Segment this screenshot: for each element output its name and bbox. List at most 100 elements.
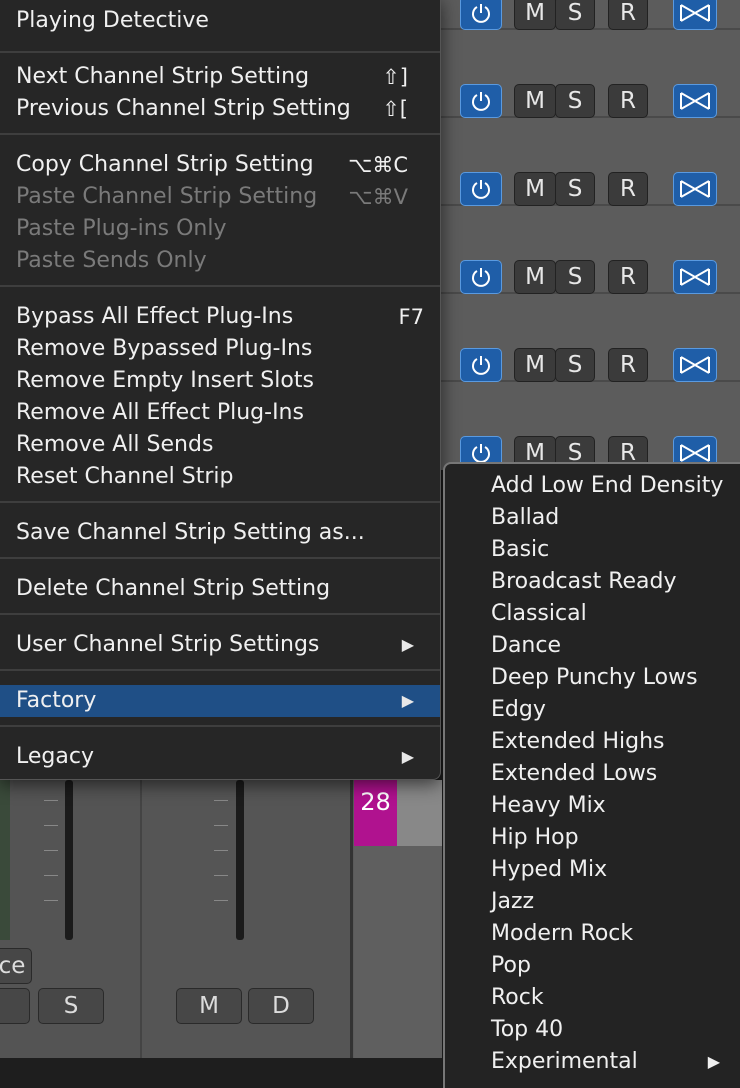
channel-strip-menu: Playing Detective Next Channel Strip Set… <box>0 0 441 780</box>
submenu-item[interactable]: Heavy Mix <box>491 790 740 822</box>
power-icon <box>472 180 490 199</box>
menu-item-delete-setting[interactable]: Delete Channel Strip Setting <box>16 573 440 605</box>
submenu-item[interactable]: Hyped Mix <box>491 854 740 886</box>
volume-fader[interactable] <box>236 780 244 940</box>
menu-item-remove-all-sends[interactable]: Remove All Sends <box>16 429 440 461</box>
record-button[interactable]: R <box>608 172 648 206</box>
submenu-item[interactable]: Edgy <box>491 694 740 726</box>
bottom-bar <box>0 1058 442 1088</box>
d-button[interactable]: D <box>248 988 314 1024</box>
submenu-item[interactable]: Jazz <box>491 886 740 918</box>
menu-item-label: Paste Channel Strip Setting <box>16 184 318 209</box>
submenu-item-label: Extended Highs <box>491 729 665 754</box>
solo-button[interactable]: S <box>38 988 104 1024</box>
menu-item-header[interactable]: Playing Detective <box>16 5 440 37</box>
flex-button[interactable] <box>673 0 717 30</box>
menu-item-previous-setting[interactable]: Previous Channel Strip Setting ⇧[ <box>16 93 440 125</box>
menu-item-label: Paste Sends Only <box>16 248 207 273</box>
power-button[interactable] <box>460 84 502 118</box>
submenu-item[interactable]: Dance <box>491 630 740 662</box>
submenu-item[interactable]: Extended Lows <box>491 758 740 790</box>
submenu-item[interactable]: Top 40 <box>491 1014 740 1046</box>
menu-item-label: Delete Channel Strip Setting <box>16 576 331 601</box>
solo-button[interactable]: S <box>555 348 595 382</box>
mute-button[interactable]: M <box>514 260 556 294</box>
strip-option-button[interactable]: ce <box>0 948 32 984</box>
mute-button[interactable] <box>0 988 30 1024</box>
menu-item-bypass-all[interactable]: Bypass All Effect Plug-Ins F7 <box>16 301 440 333</box>
track-headers: M S R M S R M S R M S R M S R M S R <box>440 0 740 470</box>
submenu-item-label: Rock <box>491 985 544 1010</box>
menu-item-factory[interactable]: Factory ▶ <box>0 685 440 717</box>
shortcut-label: ⇧] <box>382 65 408 89</box>
submenu-item[interactable]: Ballad <box>491 502 740 534</box>
submenu-item-label: Ballad <box>491 505 560 530</box>
menu-item-next-setting[interactable]: Next Channel Strip Setting ⇧] <box>16 61 440 93</box>
mute-button[interactable]: M <box>514 172 556 206</box>
flex-icon <box>680 4 710 22</box>
menu-item-copy-setting[interactable]: Copy Channel Strip Setting ⌥⌘C <box>16 149 440 181</box>
power-button[interactable] <box>460 0 502 30</box>
power-button[interactable] <box>460 348 502 382</box>
track-row: M S R <box>440 0 740 30</box>
submenu-item-experimental[interactable]: Experimental ▶ <box>491 1046 740 1078</box>
power-icon <box>472 356 490 375</box>
solo-button[interactable]: S <box>555 84 595 118</box>
record-button[interactable]: R <box>608 0 648 30</box>
track-number-badge: 28 <box>354 780 397 846</box>
menu-item-paste-plugins: Paste Plug-ins Only <box>16 213 440 245</box>
menu-item-remove-empty-slots[interactable]: Remove Empty Insert Slots <box>16 365 440 397</box>
submenu-arrow-icon: ▶ <box>707 1052 720 1071</box>
separator <box>0 501 440 503</box>
submenu-item-label: Dance <box>491 633 561 658</box>
menu-item-remove-all-effects[interactable]: Remove All Effect Plug-Ins <box>16 397 440 429</box>
menu-item-user-settings[interactable]: User Channel Strip Settings ▶ <box>16 629 440 661</box>
flex-button[interactable] <box>673 84 717 118</box>
track-row: M S R <box>440 118 740 206</box>
power-button[interactable] <box>460 172 502 206</box>
flex-button[interactable] <box>673 260 717 294</box>
submenu-item[interactable]: Hip Hop <box>491 822 740 854</box>
menu-item-legacy[interactable]: Legacy ▶ <box>16 741 440 773</box>
mute-button[interactable]: M <box>176 988 242 1024</box>
mixer-strips: ce S M D 28 <box>0 780 442 1088</box>
solo-button[interactable]: S <box>555 260 595 294</box>
submenu-item[interactable]: Add Low End Density <box>491 470 740 502</box>
menu-item-remove-bypassed[interactable]: Remove Bypassed Plug-Ins <box>16 333 440 365</box>
submenu-item[interactable]: Deep Punchy Lows <box>491 662 740 694</box>
power-button[interactable] <box>460 260 502 294</box>
submenu-arrow-icon: ▶ <box>401 635 414 654</box>
record-button[interactable]: R <box>608 348 648 382</box>
separator <box>0 51 440 53</box>
volume-fader[interactable] <box>65 780 73 940</box>
submenu-item-label: Experimental <box>491 1049 638 1074</box>
submenu-item[interactable]: Classical <box>491 598 740 630</box>
mute-button[interactable]: M <box>514 0 556 30</box>
submenu-item[interactable]: Modern Rock <box>491 918 740 950</box>
submenu-item-label: Deep Punchy Lows <box>491 665 698 690</box>
record-button[interactable]: R <box>608 84 648 118</box>
submenu-item[interactable]: Rock <box>491 982 740 1014</box>
submenu-item-label: Modern Rock <box>491 921 634 946</box>
submenu-item[interactable]: Basic <box>491 534 740 566</box>
submenu-item[interactable]: Broadcast Ready <box>491 566 740 598</box>
flex-icon <box>680 356 710 374</box>
flex-button[interactable] <box>673 348 717 382</box>
menu-item-save-setting-as[interactable]: Save Channel Strip Setting as... <box>16 517 440 549</box>
mute-button[interactable]: M <box>514 348 556 382</box>
submenu-item[interactable]: Extended Highs <box>491 726 740 758</box>
channel-strip: ce S <box>0 780 142 1058</box>
solo-button[interactable]: S <box>555 0 595 30</box>
submenu-item-label: Heavy Mix <box>491 793 606 818</box>
menu-item-label: Factory <box>16 688 97 713</box>
power-icon <box>472 268 490 287</box>
menu-item-label: Remove All Effect Plug-Ins <box>16 400 304 425</box>
flex-button[interactable] <box>673 172 717 206</box>
submenu-item-label: Jazz <box>491 889 535 914</box>
menu-item-reset-strip[interactable]: Reset Channel Strip <box>16 461 440 493</box>
submenu-item[interactable]: Pop <box>491 950 740 982</box>
mute-button[interactable]: M <box>514 84 556 118</box>
channel-strip: M D <box>142 780 353 1058</box>
solo-button[interactable]: S <box>555 172 595 206</box>
record-button[interactable]: R <box>608 260 648 294</box>
